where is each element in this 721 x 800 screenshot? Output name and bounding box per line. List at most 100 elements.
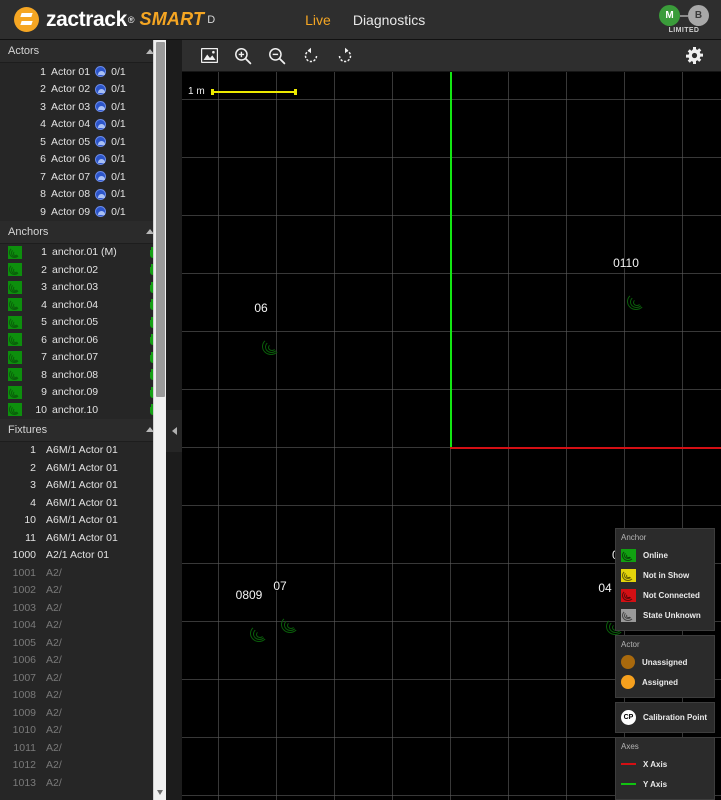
- list-item[interactable]: 7 Actor 07 0/1: [0, 168, 166, 186]
- list-item[interactable]: 1000 A2/1 Actor 01: [0, 547, 166, 565]
- list-item[interactable]: 3 anchor.03: [0, 279, 166, 297]
- list-item[interactable]: 8 anchor.08: [0, 366, 166, 384]
- legend-label: State Unknown: [643, 610, 701, 620]
- anchor-marker-label: 04: [598, 581, 612, 595]
- image-icon[interactable]: [192, 42, 226, 70]
- anchor-index: 4: [41, 298, 47, 311]
- sidebar-scrollbar-thumb[interactable]: [156, 42, 165, 397]
- list-item[interactable]: 1009 A2/: [0, 704, 166, 722]
- list-item[interactable]: 1 A6M/1 Actor 01: [0, 442, 166, 460]
- anchor-signal-icon: [8, 280, 22, 294]
- list-item[interactable]: 3 Actor 03 0/1: [0, 98, 166, 116]
- actor-status-icon[interactable]: [95, 66, 107, 78]
- actor-status-icon[interactable]: [95, 101, 107, 113]
- actors-list: 1 Actor 01 0/1 2 Actor 02 0/1 3 Actor 03 0/1 4 Act…: [0, 63, 166, 221]
- rotate-right-icon[interactable]: [328, 42, 362, 70]
- nav-item-diagnostics[interactable]: Diagnostics: [353, 12, 425, 28]
- list-item[interactable]: 9 Actor 09 0/1: [0, 203, 166, 221]
- list-item[interactable]: 5 anchor.05: [0, 314, 166, 332]
- anchor-label: anchor.04: [52, 298, 99, 311]
- list-item[interactable]: 6 anchor.06: [0, 331, 166, 349]
- anchor-signal-icon: [8, 368, 22, 382]
- list-item[interactable]: 1010 A2/: [0, 722, 166, 740]
- list-item[interactable]: 1005 A2/: [0, 634, 166, 652]
- actor-count: 0/1: [111, 100, 126, 113]
- list-item[interactable]: 4 Actor 04 0/1: [0, 116, 166, 134]
- fixture-index: 1001: [12, 566, 36, 579]
- list-item[interactable]: 1008 A2/: [0, 687, 166, 705]
- fixture-index: 2: [30, 461, 36, 474]
- list-item[interactable]: 7 anchor.07: [0, 349, 166, 367]
- actor-count: 0/1: [111, 170, 126, 183]
- nav-item-live[interactable]: Live: [305, 12, 331, 28]
- section-header-fixtures[interactable]: Fixtures: [0, 418, 166, 442]
- anchor-signal-icon: [8, 333, 22, 347]
- rotate-left-icon[interactable]: [294, 42, 328, 70]
- anchor-label: anchor.06: [52, 333, 99, 346]
- fixture-index: 1009: [12, 706, 36, 719]
- section-header-actors[interactable]: Actors: [0, 40, 166, 63]
- list-item[interactable]: 2 Actor 02 0/1: [0, 81, 166, 99]
- sidebar-collapse-handle[interactable]: [166, 410, 182, 452]
- list-item[interactable]: 1 anchor.01 (M): [0, 244, 166, 262]
- list-item[interactable]: 3 A6M/1 Actor 01: [0, 477, 166, 495]
- fixture-index: 4: [30, 496, 36, 509]
- actor-label: Actor 01: [51, 65, 91, 78]
- actor-label: Actor 06: [51, 153, 91, 166]
- list-item[interactable]: 1002 A2/: [0, 582, 166, 600]
- list-item[interactable]: 4 A6M/1 Actor 01: [0, 494, 166, 512]
- gear-icon[interactable]: [677, 42, 711, 70]
- list-item[interactable]: 1006 A2/: [0, 652, 166, 670]
- anchor-index: 8: [41, 368, 47, 381]
- actor-count: 0/1: [111, 83, 126, 96]
- chevron-left-icon: [171, 427, 177, 435]
- legend-row: CP Calibration Point: [621, 707, 709, 727]
- actor-status-icon[interactable]: [95, 136, 107, 148]
- actor-status-icon[interactable]: [95, 153, 107, 165]
- list-item[interactable]: 2 anchor.02: [0, 261, 166, 279]
- list-item[interactable]: 1 Actor 01 0/1: [0, 63, 166, 81]
- list-item[interactable]: 6 Actor 06 0/1: [0, 151, 166, 169]
- list-item[interactable]: 2 A6M/1 Actor 01: [0, 459, 166, 477]
- legend-label: Assigned: [642, 677, 679, 687]
- list-item[interactable]: 8 Actor 08 0/1: [0, 186, 166, 204]
- fixture-label: A2/: [46, 741, 62, 754]
- list-item[interactable]: 1003 A2/: [0, 599, 166, 617]
- list-item[interactable]: 9 anchor.09: [0, 384, 166, 402]
- list-item[interactable]: 1004 A2/: [0, 617, 166, 635]
- actor-index: 5: [40, 135, 46, 148]
- list-item[interactable]: 4 anchor.04: [0, 296, 166, 314]
- actor-status-icon[interactable]: [95, 83, 107, 95]
- fixture-index: 1012: [12, 759, 36, 772]
- actor-status-icon[interactable]: [95, 118, 107, 130]
- actor-count: 0/1: [111, 205, 126, 218]
- list-item[interactable]: 1001 A2/: [0, 564, 166, 582]
- anchor-signal-icon: [621, 568, 636, 582]
- actor-status-icon[interactable]: [95, 171, 107, 183]
- fixture-label: A6M/1 Actor 01: [46, 531, 118, 544]
- fixture-index: 1003: [12, 601, 36, 614]
- brand-logo[interactable]: zactrack ® SMART D: [0, 7, 215, 32]
- sidebar-scrollbar[interactable]: [153, 40, 166, 800]
- actor-status-icon[interactable]: [95, 188, 107, 200]
- list-item[interactable]: 5 Actor 05 0/1: [0, 133, 166, 151]
- list-item[interactable]: 1013 A2/: [0, 774, 166, 792]
- list-item[interactable]: 1011 A2/: [0, 739, 166, 757]
- anchor-marker-label: 0110: [613, 256, 639, 270]
- badge-backup[interactable]: B: [688, 5, 709, 26]
- list-item[interactable]: 1007 A2/: [0, 669, 166, 687]
- list-item[interactable]: 10 A6M/1 Actor 01: [0, 512, 166, 530]
- zoom-out-icon[interactable]: [260, 42, 294, 70]
- list-item[interactable]: 11 A6M/1 Actor 01: [0, 529, 166, 547]
- scroll-down-arrow-icon[interactable]: [157, 790, 163, 795]
- list-item[interactable]: 10 anchor.10: [0, 401, 166, 419]
- section-header-anchors[interactable]: Anchors: [0, 220, 166, 244]
- legend-group-title: Axes: [621, 742, 639, 751]
- badge-master[interactable]: M: [659, 5, 680, 26]
- actor-status-icon[interactable]: [95, 206, 107, 218]
- list-item[interactable]: 1012 A2/: [0, 757, 166, 775]
- tracking-stage[interactable]: 1 m 06011008090704010304 AnchorOnlineNot…: [182, 72, 721, 800]
- actor-label: Actor 03: [51, 100, 91, 113]
- zoom-in-icon[interactable]: [226, 42, 260, 70]
- section-title-fixtures: Fixtures: [8, 423, 48, 436]
